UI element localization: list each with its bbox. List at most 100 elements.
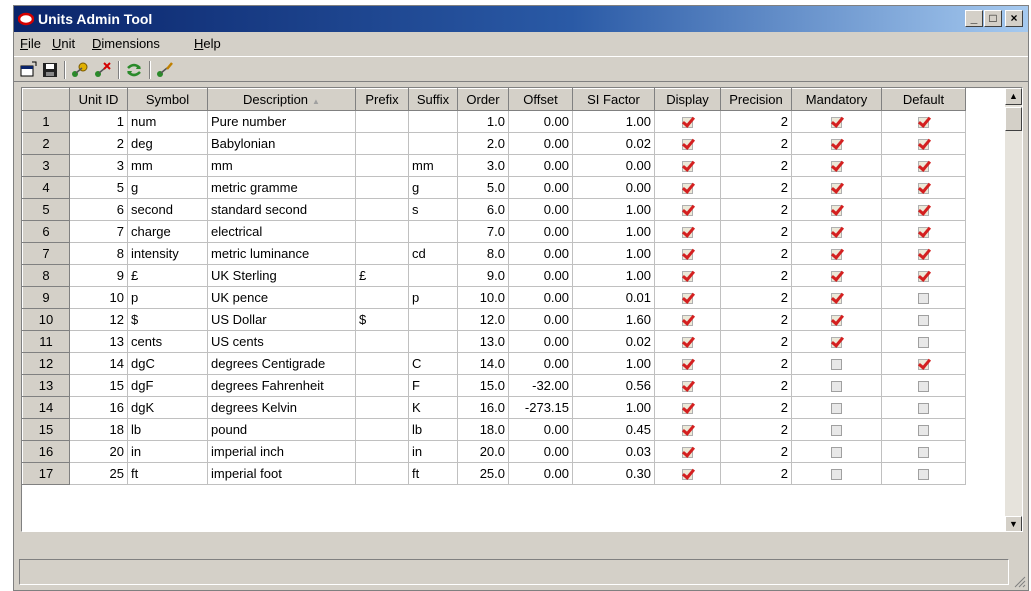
col-header-symbol[interactable]: Symbol (127, 88, 208, 111)
unchecked-checkbox-icon[interactable] (918, 315, 929, 327)
checked-checkbox-icon[interactable] (682, 447, 693, 459)
cell-symbol[interactable]: $ (127, 308, 208, 331)
table-row[interactable]: 3 3 mm mm mm 3.0 0.00 0.00 2 (22, 154, 966, 177)
cell-mandatory[interactable] (791, 176, 882, 199)
checked-checkbox-icon[interactable] (918, 205, 929, 217)
table-row[interactable]: 7 8 intensity metric luminance cd 8.0 0.00 1.00… (22, 242, 966, 265)
unchecked-checkbox-icon[interactable] (918, 293, 929, 305)
cell-display[interactable] (654, 418, 721, 441)
checked-checkbox-icon[interactable] (682, 117, 693, 129)
cell-suffix[interactable]: C (408, 352, 458, 375)
row-number[interactable]: 14 (22, 396, 70, 419)
col-header-precision[interactable]: Precision (720, 88, 792, 111)
cell-suffix[interactable] (408, 264, 458, 287)
cell-offset[interactable]: 0.00 (508, 264, 573, 287)
cell-precision[interactable]: 2 (720, 132, 792, 155)
cell-mandatory[interactable] (791, 352, 882, 375)
unchecked-checkbox-icon[interactable] (831, 403, 842, 415)
cell-mandatory[interactable] (791, 110, 882, 133)
cell-suffix[interactable] (408, 110, 458, 133)
cell-prefix[interactable] (355, 132, 409, 155)
cell-precision[interactable]: 2 (720, 176, 792, 199)
unchecked-checkbox-icon[interactable] (918, 337, 929, 349)
cell-precision[interactable]: 2 (720, 396, 792, 419)
cell-si-factor[interactable]: 1.00 (572, 352, 655, 375)
cell-default[interactable] (881, 396, 966, 419)
cell-offset[interactable]: 0.00 (508, 330, 573, 353)
cell-suffix[interactable]: g (408, 176, 458, 199)
refresh-icon[interactable] (124, 60, 144, 80)
cell-order[interactable]: 9.0 (457, 264, 509, 287)
cell-display[interactable] (654, 352, 721, 375)
cell-si-factor[interactable]: 1.00 (572, 242, 655, 265)
cell-description[interactable]: metric luminance (207, 242, 356, 265)
cell-precision[interactable]: 2 (720, 220, 792, 243)
cell-suffix[interactable]: cd (408, 242, 458, 265)
cell-offset[interactable]: 0.00 (508, 308, 573, 331)
scroll-up-arrow-icon[interactable]: ▲ (1005, 88, 1022, 105)
row-number[interactable]: 13 (22, 374, 70, 397)
cell-description[interactable]: imperial foot (207, 462, 356, 485)
unchecked-checkbox-icon[interactable] (918, 425, 929, 437)
cell-unit-id[interactable]: 25 (69, 462, 128, 485)
cell-suffix[interactable] (408, 330, 458, 353)
unchecked-checkbox-icon[interactable] (831, 425, 842, 437)
cell-description[interactable]: metric gramme (207, 176, 356, 199)
cell-suffix[interactable] (408, 220, 458, 243)
checked-checkbox-icon[interactable] (682, 381, 693, 393)
cell-mandatory[interactable] (791, 308, 882, 331)
add-unit-icon[interactable] (70, 60, 90, 80)
cell-si-factor[interactable]: 0.45 (572, 418, 655, 441)
cell-si-factor[interactable]: 0.56 (572, 374, 655, 397)
cell-default[interactable] (881, 374, 966, 397)
maximize-button[interactable]: □ (984, 10, 1002, 27)
cell-offset[interactable]: 0.00 (508, 440, 573, 463)
cell-display[interactable] (654, 308, 721, 331)
cell-default[interactable] (881, 286, 966, 309)
checked-checkbox-icon[interactable] (682, 469, 693, 481)
cell-display[interactable] (654, 110, 721, 133)
cell-offset[interactable]: 0.00 (508, 110, 573, 133)
cell-offset[interactable]: 0.00 (508, 220, 573, 243)
cell-si-factor[interactable]: 0.02 (572, 132, 655, 155)
cell-description[interactable]: imperial inch (207, 440, 356, 463)
cell-display[interactable] (654, 198, 721, 221)
table-row[interactable]: 17 25 ft imperial foot ft 25.0 0.00 0.30 2 (22, 462, 966, 485)
checked-checkbox-icon[interactable] (918, 271, 929, 283)
menu-unit[interactable]: Unit (52, 36, 75, 51)
row-number[interactable]: 6 (22, 220, 70, 243)
row-number[interactable]: 4 (22, 176, 70, 199)
checked-checkbox-icon[interactable] (831, 161, 842, 173)
cell-suffix[interactable] (408, 308, 458, 331)
cell-suffix[interactable]: lb (408, 418, 458, 441)
cell-unit-id[interactable]: 16 (69, 396, 128, 419)
save-icon[interactable] (40, 60, 60, 80)
cell-symbol[interactable]: ft (127, 462, 208, 485)
cell-precision[interactable]: 2 (720, 462, 792, 485)
unchecked-checkbox-icon[interactable] (918, 469, 929, 481)
cell-order[interactable]: 20.0 (457, 440, 509, 463)
cell-symbol[interactable]: in (127, 440, 208, 463)
cell-unit-id[interactable]: 15 (69, 374, 128, 397)
units-grid[interactable]: Unit ID Symbol Description ▲ Prefix Suffi… (21, 87, 1023, 532)
col-header-unit-id[interactable]: Unit ID (69, 88, 128, 111)
checked-checkbox-icon[interactable] (682, 205, 693, 217)
cell-mandatory[interactable] (791, 220, 882, 243)
cell-si-factor[interactable]: 1.00 (572, 110, 655, 133)
checked-checkbox-icon[interactable] (831, 315, 842, 327)
cell-display[interactable] (654, 374, 721, 397)
edit-unit-icon[interactable] (155, 60, 175, 80)
cell-symbol[interactable]: dgK (127, 396, 208, 419)
menu-file[interactable]: File (20, 36, 41, 51)
col-header-offset[interactable]: Offset (508, 88, 573, 111)
row-number[interactable]: 3 (22, 154, 70, 177)
cell-unit-id[interactable]: 18 (69, 418, 128, 441)
unchecked-checkbox-icon[interactable] (831, 447, 842, 459)
table-row[interactable]: 15 18 lb pound lb 18.0 0.00 0.45 2 (22, 418, 966, 441)
row-number[interactable]: 10 (22, 308, 70, 331)
cell-order[interactable]: 5.0 (457, 176, 509, 199)
row-number[interactable]: 17 (22, 462, 70, 485)
cell-prefix[interactable] (355, 462, 409, 485)
col-header-suffix[interactable]: Suffix (408, 88, 458, 111)
col-header-si-factor[interactable]: SI Factor (572, 88, 655, 111)
